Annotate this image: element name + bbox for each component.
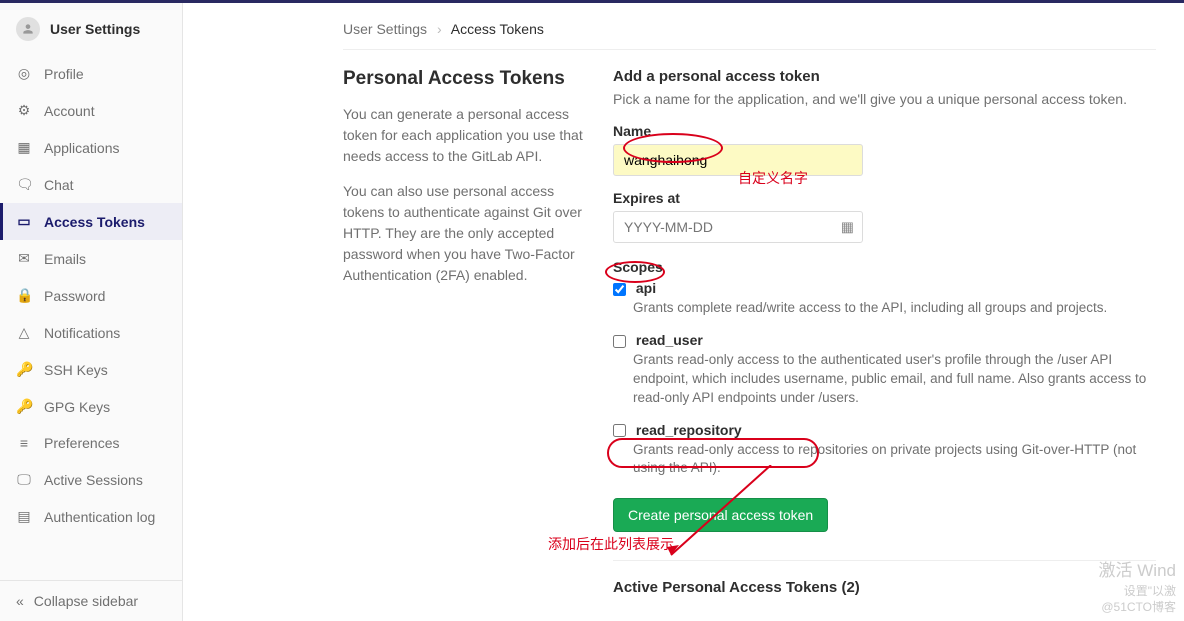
expires-label: Expires at [613,190,1156,206]
active-tokens-table: Name Created Expires Scopes wanghaihong … [613,608,1156,621]
create-token-button[interactable]: Create personal access token [613,498,828,532]
breadcrumb-current: Access Tokens [451,21,544,37]
chevron-left-icon: « [16,593,24,609]
sidebar-header: User Settings [0,3,182,55]
applications-icon: ▦ [16,139,32,156]
lock-icon: 🔒 [16,287,32,304]
scope-read-user-desc: Grants read-only access to the authentic… [633,351,1156,408]
description-p2: You can also use personal access tokens … [343,181,583,286]
key-icon: 🔑 [16,398,32,415]
sidebar-item-password[interactable]: 🔒Password [0,277,182,314]
list-icon: ▤ [16,508,32,525]
monitor-icon: 🖵 [16,471,32,488]
name-label: Name [613,123,1156,139]
th-created: Created [712,608,800,621]
profile-icon: ◎ [16,65,32,82]
scope-read-user-label: read_user [636,332,703,348]
page-title: Personal Access Tokens [343,68,583,90]
form-column: Add a personal access token Pick a name … [613,68,1156,621]
main-content: User Settings › Access Tokens Personal A… [183,3,1184,621]
collapse-sidebar[interactable]: « Collapse sidebar [0,580,182,621]
sidebar-item-account[interactable]: ⚙Account [0,92,182,129]
avatar [16,17,40,41]
sidebar-item-notifications[interactable]: △Notifications [0,314,182,351]
sidebar-title: User Settings [50,21,140,37]
name-input[interactable] [613,144,863,176]
token-icon: ▭ [16,213,32,230]
th-scopes: Scopes [898,608,1074,621]
sidebar-item-auth-log[interactable]: ▤Authentication log [0,498,182,535]
sidebar: User Settings ◎Profile ⚙Account ▦Applica… [0,3,183,621]
sidebar-item-profile[interactable]: ◎Profile [0,55,182,92]
sidebar-item-access-tokens[interactable]: ▭Access Tokens [0,203,182,240]
add-token-title: Add a personal access token [613,68,1156,85]
sidebar-item-chat[interactable]: 🗨Chat [0,166,182,203]
scope-api-checkbox[interactable] [613,283,626,296]
scopes-label: Scopes [613,259,1156,275]
th-name: Name [613,608,712,621]
sidebar-item-active-sessions[interactable]: 🖵Active Sessions [0,461,182,498]
chevron-right-icon: › [437,21,442,37]
description-column: Personal Access Tokens You can generate … [343,68,583,621]
expires-input[interactable] [613,211,863,243]
sliders-icon: ≡ [16,435,32,451]
sidebar-item-ssh-keys[interactable]: 🔑SSH Keys [0,351,182,388]
sidebar-item-applications[interactable]: ▦Applications [0,129,182,166]
scope-read-repository-desc: Grants read-only access to repositories … [633,441,1156,479]
sidebar-item-emails[interactable]: ✉Emails [0,240,182,277]
scope-api-label: api [636,280,656,296]
description-p1: You can generate a personal access token… [343,104,583,167]
chat-icon: 🗨 [16,176,32,193]
scope-api-desc: Grants complete read/write access to the… [633,299,1156,318]
sidebar-item-gpg-keys[interactable]: 🔑GPG Keys [0,388,182,425]
scope-read-repository-label: read_repository [636,422,742,438]
th-expires: Expires [800,608,898,621]
breadcrumb: User Settings › Access Tokens [343,3,1156,50]
scope-read-repository-checkbox[interactable] [613,424,626,437]
breadcrumb-root[interactable]: User Settings [343,21,427,37]
add-token-hint: Pick a name for the application, and we'… [613,91,1156,107]
email-icon: ✉ [16,250,32,267]
key-icon: 🔑 [16,361,32,378]
bell-icon: △ [16,324,32,341]
active-tokens-title: Active Personal Access Tokens (2) [613,579,1156,596]
account-icon: ⚙ [16,102,32,119]
sidebar-item-preferences[interactable]: ≡Preferences [0,425,182,461]
scope-read-user-checkbox[interactable] [613,335,626,348]
